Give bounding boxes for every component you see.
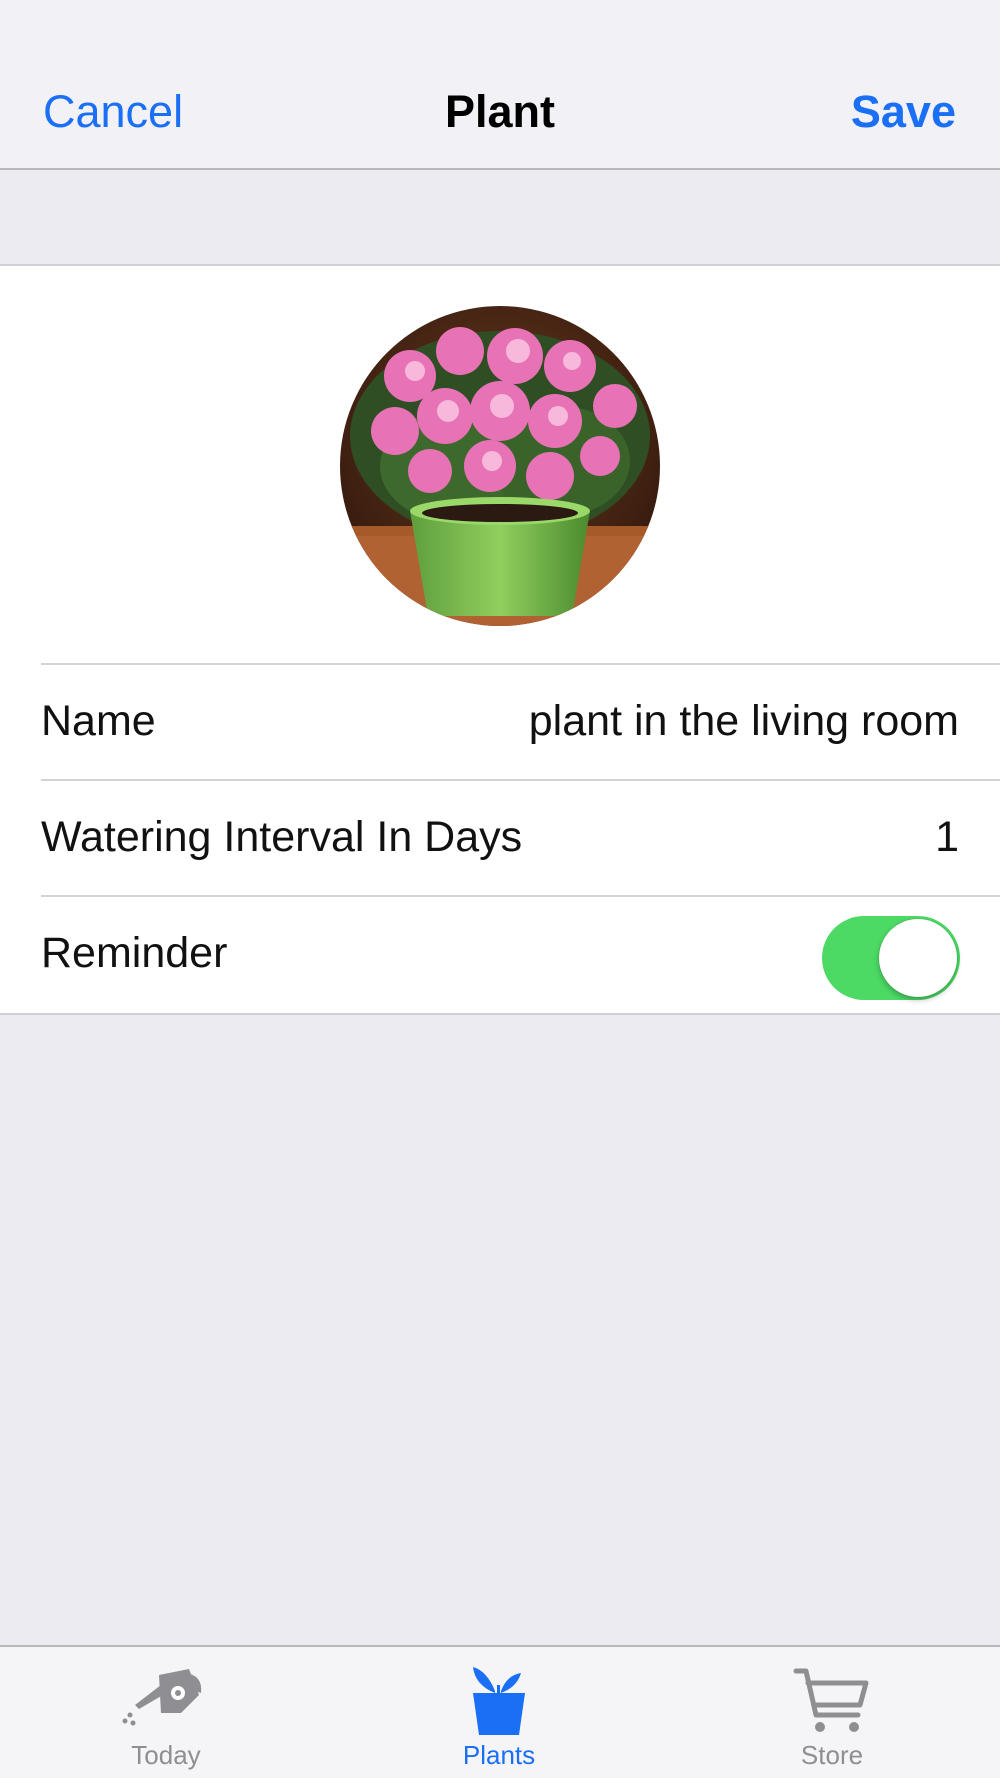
toggle-knob	[879, 919, 957, 997]
name-label: Name	[41, 697, 156, 745]
navigation-bar: Cancel Plant Save	[0, 0, 1000, 170]
watering-interval-field[interactable]: 1	[935, 781, 959, 894]
tab-bar: Today Plants Store	[0, 1645, 1000, 1778]
cart-icon	[792, 1665, 872, 1742]
tab-store-label: Store	[800, 1740, 864, 1770]
reminder-row: Reminder	[41, 895, 1000, 1015]
cancel-button[interactable]: Cancel	[43, 86, 183, 138]
watering-can-icon	[121, 1665, 211, 1738]
plant-form: Name plant in the living room Watering I…	[0, 264, 1000, 1015]
plant-pot-icon	[467, 1665, 531, 1742]
tab-plants-label: Plants	[462, 1740, 536, 1770]
watering-interval-row[interactable]: Watering Interval In Days 1	[41, 779, 1000, 894]
name-row[interactable]: Name plant in the living room	[41, 663, 1000, 778]
tab-today[interactable]: Today	[66, 1647, 266, 1778]
watering-interval-label: Watering Interval In Days	[41, 813, 523, 861]
tab-store[interactable]: Store	[732, 1647, 932, 1778]
name-field[interactable]: plant in the living room	[529, 665, 959, 778]
reminder-label: Reminder	[41, 929, 228, 977]
save-button[interactable]: Save	[851, 86, 956, 138]
plant-photo[interactable]	[340, 306, 660, 626]
tab-today-label: Today	[131, 1740, 201, 1770]
plant-photo-image	[340, 306, 660, 626]
reminder-toggle[interactable]	[822, 916, 960, 1000]
tab-plants[interactable]: Plants	[399, 1647, 599, 1778]
